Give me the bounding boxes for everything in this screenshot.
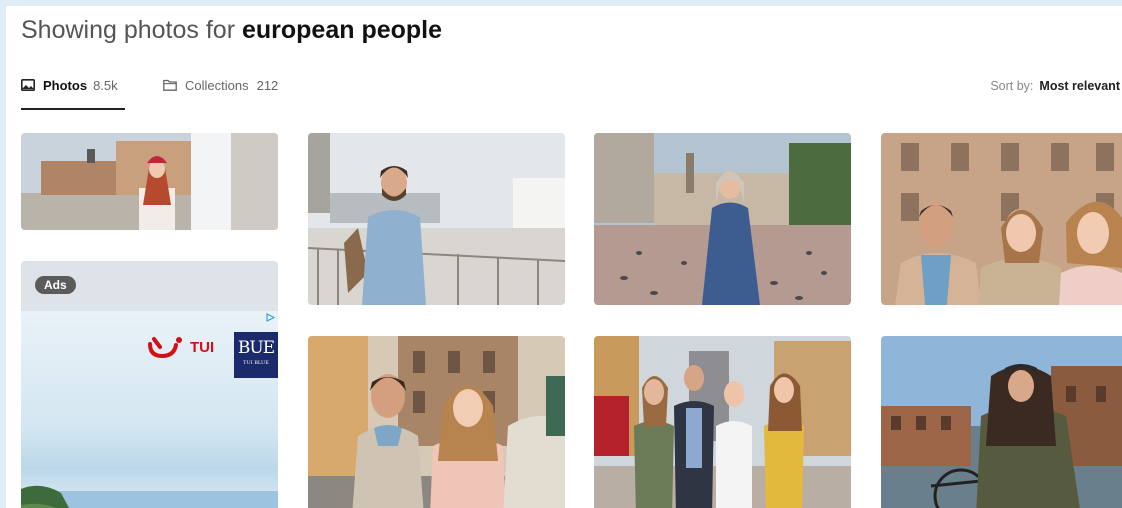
- tab-photos-count: 8.5k: [93, 78, 118, 93]
- tab-photos[interactable]: Photos 8.5k: [21, 78, 125, 110]
- ads-badge: Ads: [35, 276, 76, 294]
- tab-collections[interactable]: Collections 212: [163, 78, 278, 108]
- sort-label: Sort by:: [990, 79, 1034, 93]
- photo-image: [21, 133, 278, 230]
- tui-blue-logo: BUE TUI BLUE: [234, 332, 278, 378]
- photo-image: [308, 336, 565, 508]
- photo-image: [594, 133, 851, 305]
- photo-woman-red-hat-square[interactable]: [21, 133, 278, 230]
- ad-creative[interactable]: TUI BUE TUI BLUE: [21, 311, 278, 508]
- photo-friends-walking-street[interactable]: [308, 336, 565, 508]
- tui-blue-mark: BUE: [237, 338, 275, 358]
- tab-collections-label: Collections: [185, 78, 249, 93]
- photo-four-friends-old-town[interactable]: [594, 336, 851, 508]
- photo-three-friends-smiling[interactable]: [881, 133, 1122, 305]
- sort-dropdown[interactable]: Sort by: Most relevant: [990, 79, 1120, 93]
- heading-prefix: Showing photos for: [21, 16, 236, 44]
- photo-image: [594, 336, 851, 508]
- ad-banner[interactable]: Ads TUI BUE TUI BLUE: [21, 261, 278, 508]
- photo-image: [881, 133, 1122, 305]
- tui-brand-text: TUI: [190, 338, 215, 356]
- folder-icon: [163, 79, 177, 91]
- photo-image: [308, 133, 565, 305]
- page-title: Showing photos for european people: [21, 16, 442, 45]
- tui-blue-sub: TUI BLUE: [243, 360, 269, 366]
- tui-logo: TUI: [148, 336, 214, 358]
- photo-woman-blue-dress-pigeons[interactable]: [594, 133, 851, 305]
- photo-man-backpack-rooftop[interactable]: [308, 133, 565, 305]
- photo-image: [881, 336, 1122, 508]
- sort-value: Most relevant: [1039, 79, 1120, 93]
- tui-smile-icon: [148, 337, 182, 358]
- tab-photos-label: Photos: [43, 78, 88, 93]
- ad-coast-image: [21, 485, 278, 508]
- adchoices-icon[interactable]: [266, 313, 275, 322]
- photo-woman-bicycle-canal[interactable]: [881, 336, 1122, 508]
- tab-collections-count: 212: [256, 78, 279, 93]
- search-query: european people: [241, 16, 443, 44]
- image-icon: [21, 79, 35, 91]
- search-results-page: Showing photos for european people Photo…: [6, 6, 1122, 508]
